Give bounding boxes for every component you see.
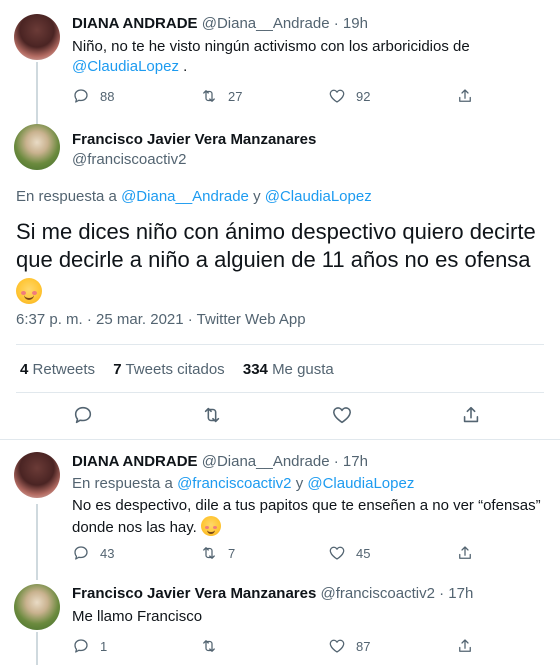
reply-context: En respuesta a @Diana__Andrade y @Claudi… (16, 188, 372, 205)
share-icon[interactable] (460, 404, 482, 426)
reply-button[interactable]: 43 (72, 544, 200, 562)
tweet-header: DIANA ANDRADE @Diana__Andrade · 17h (72, 453, 368, 470)
retweet-icon (203, 547, 215, 559)
tweet-time[interactable]: 19h (343, 15, 368, 32)
thread-connector (36, 62, 38, 124)
avatar[interactable] (14, 584, 60, 630)
like-button[interactable]: 45 (328, 544, 456, 562)
avatar[interactable] (14, 124, 60, 170)
tweet-actions: 1 87 (72, 634, 540, 658)
retweet-button[interactable]: 7 (200, 544, 328, 562)
mention-link[interactable]: @Diana__Andrade (121, 188, 249, 205)
author-name[interactable]: DIANA ANDRADE (72, 453, 198, 470)
author-handle[interactable]: @Diana__Andrade (202, 15, 330, 32)
retweet-button[interactable] (200, 637, 328, 655)
author-handle[interactable]: @Diana__Andrade (202, 453, 330, 470)
tweet-header: DIANA ANDRADE @Diana__Andrade · 19h (72, 15, 368, 32)
quotes-stat[interactable]: 7 Tweets citados (113, 361, 238, 378)
main-tweet-actions (72, 404, 482, 426)
tweet-actions: 88 27 92 (72, 84, 540, 108)
author-handle[interactable]: @franciscoactiv2 (320, 585, 434, 602)
tweet-time[interactable]: 17h (343, 453, 368, 470)
retweet-icon (203, 640, 215, 652)
like-button[interactable]: 87 (328, 637, 456, 655)
likes-stat[interactable]: 334 Me gusta (243, 361, 348, 378)
share-button[interactable] (456, 87, 474, 105)
retweet-button[interactable]: 27 (200, 87, 328, 105)
heart-icon (329, 89, 345, 103)
share-icon (459, 546, 471, 559)
thread-connector (36, 632, 38, 665)
author-block: Francisco Javier Vera Manzanares @franci… (72, 130, 316, 170)
share-button[interactable] (456, 544, 474, 562)
tweet-timestamp[interactable]: 6:37 p. m. · 25 mar. 2021 · Twitter Web … (16, 310, 306, 330)
reply-icon (74, 89, 88, 103)
mention-link[interactable]: @ClaudiaLopez (307, 475, 414, 492)
retweet-icon[interactable] (201, 404, 223, 426)
tweet-header: Francisco Javier Vera Manzanares @franci… (72, 585, 474, 602)
mention-link[interactable]: @ClaudiaLopez (72, 58, 179, 75)
main-tweet-text: Si me dices niño con ánimo despectivo qu… (16, 218, 544, 305)
retweet-icon (203, 90, 215, 102)
reply-icon[interactable] (72, 404, 94, 426)
heart-icon[interactable] (331, 404, 353, 426)
author-name[interactable]: Francisco Javier Vera Manzanares (72, 130, 316, 150)
divider (16, 344, 544, 345)
engagement-stats: 4 Retweets 7 Tweets citados 334 Me gusta (20, 360, 348, 380)
heart-icon (329, 546, 345, 560)
tweet-time[interactable]: 17h (448, 585, 473, 602)
thread-connector (36, 504, 38, 580)
author-name[interactable]: DIANA ANDRADE (72, 15, 198, 32)
tweet-text: Niño, no te he visto ningún activismo co… (72, 38, 470, 75)
reply-button[interactable]: 1 (72, 637, 200, 655)
divider (16, 392, 544, 393)
mention-link[interactable]: @ClaudiaLopez (265, 188, 372, 205)
smiling-face-emoji-icon (16, 278, 42, 304)
retweets-stat[interactable]: 4 Retweets (20, 361, 109, 378)
reply-icon (74, 639, 88, 653)
share-icon (459, 89, 471, 102)
smiling-face-emoji-icon (200, 516, 221, 536)
tweet-text: Me llamo Francisco (72, 608, 203, 625)
share-button[interactable] (456, 637, 474, 655)
reply-context: En respuesta a @franciscoactiv2 y @Claud… (72, 475, 415, 492)
mention-link[interactable]: @franciscoactiv2 (177, 475, 291, 492)
tweet-actions: 43 7 45 (72, 541, 540, 565)
reply-button[interactable]: 88 (72, 87, 200, 105)
avatar[interactable] (14, 14, 60, 60)
author-handle[interactable]: @franciscoactiv2 (72, 150, 316, 170)
author-name[interactable]: Francisco Javier Vera Manzanares (72, 585, 316, 602)
tweet-text: No es despectivo, dile a tus papitos que… (72, 497, 541, 536)
divider (0, 439, 560, 440)
like-button[interactable]: 92 (328, 87, 456, 105)
avatar[interactable] (14, 452, 60, 498)
share-icon (459, 639, 471, 652)
reply-icon (74, 546, 88, 560)
heart-icon (329, 639, 345, 653)
